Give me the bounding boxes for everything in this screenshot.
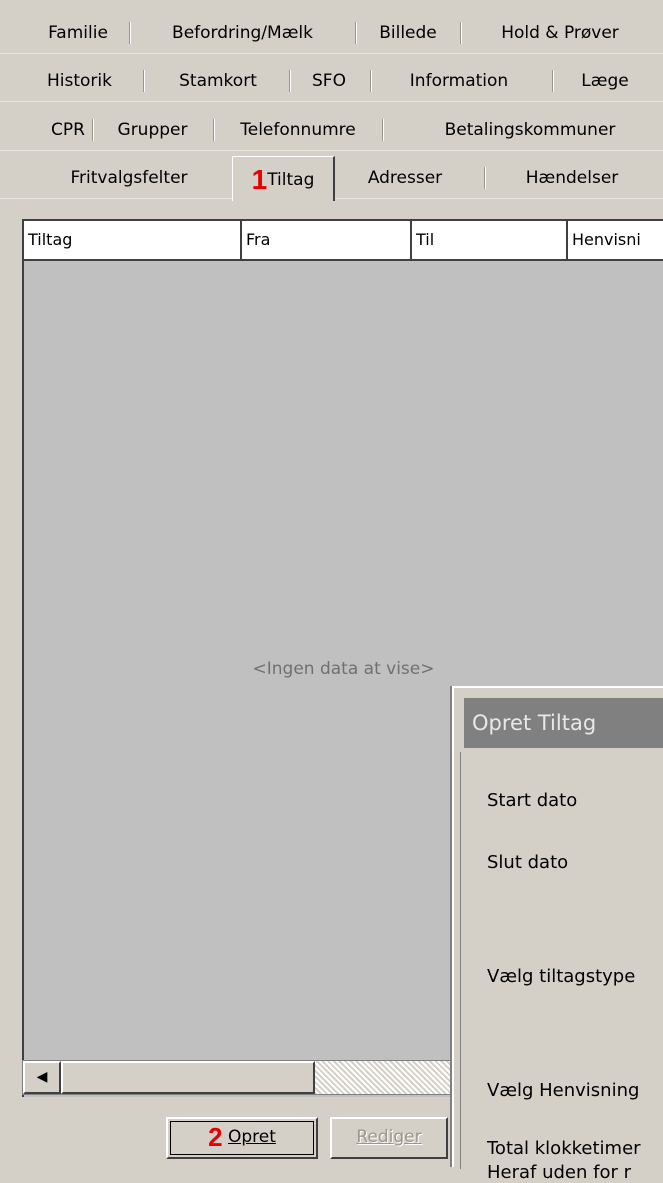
tab-laege[interactable]: Læge xyxy=(560,61,650,101)
tab-separator xyxy=(143,70,144,92)
tab-separator xyxy=(552,70,553,92)
tab-stamkort[interactable]: Stamkort xyxy=(158,61,278,101)
start-date-label: Start dato xyxy=(487,790,578,811)
column-header-fra[interactable]: Fra xyxy=(242,221,412,259)
tab-row-3: CPR Grupper Telefonnumre Betalingskommun… xyxy=(0,110,663,151)
tab-separator xyxy=(92,119,93,141)
edit-button-label: Rediger xyxy=(356,1127,422,1147)
dialog-title: Opret Tiltag xyxy=(472,711,597,735)
horizontal-scrollbar[interactable]: ◀ xyxy=(22,1060,462,1095)
type-label: Vælg tiltagstype xyxy=(487,966,636,987)
tab-sfo[interactable]: SFO xyxy=(300,61,358,101)
create-button[interactable]: 2 Opret xyxy=(166,1117,318,1159)
tab-separator xyxy=(289,70,290,92)
create-button-label: Opret xyxy=(227,1127,276,1147)
outside-hours-label: Heraf uden for r xyxy=(487,1162,632,1183)
tab-row-2: Historik Stamkort SFO Information Læge xyxy=(0,61,663,102)
tab-grupper[interactable]: Grupper xyxy=(100,110,205,150)
tab-separator xyxy=(370,70,371,92)
scroll-left-button[interactable]: ◀ xyxy=(23,1061,61,1094)
tab-betalingskommuner[interactable]: Betalingskommuner xyxy=(420,110,640,150)
column-header-tiltag[interactable]: Tiltag xyxy=(24,221,242,259)
tab-separator xyxy=(484,167,485,189)
tab-adresser[interactable]: Adresser xyxy=(350,158,460,198)
dialog-body: Start dato Slut dato Vælg tiltagstype Væ… xyxy=(460,752,663,1183)
annotation-number-1: 1 xyxy=(251,164,268,195)
scroll-thumb[interactable] xyxy=(61,1061,315,1094)
tab-row-1: Familie Befordring/Mælk Billede Hold & P… xyxy=(0,13,663,54)
annotation-number-2: 2 xyxy=(208,1122,223,1152)
tab-haendelser[interactable]: Hændelser xyxy=(502,158,642,198)
total-hours-label: Total klokketimer xyxy=(487,1138,641,1159)
tab-historik[interactable]: Historik xyxy=(32,61,127,101)
tab-tiltag[interactable]: 1Tiltag xyxy=(232,156,335,201)
tab-information[interactable]: Information xyxy=(388,61,530,101)
tab-tiltag-label: Tiltag xyxy=(267,170,315,190)
end-date-label: Slut dato xyxy=(487,852,569,873)
tab-separator xyxy=(129,22,130,44)
arrow-left-icon: ◀ xyxy=(36,1069,48,1085)
referral-label: Vælg Henvisning xyxy=(487,1080,640,1101)
tab-befordring-maelk[interactable]: Befordring/Mælk xyxy=(150,13,335,53)
grid-header: Tiltag Fra Til Henvisni xyxy=(24,221,663,261)
tab-telefonnumre[interactable]: Telefonnumre xyxy=(228,110,368,150)
tab-separator xyxy=(355,22,356,44)
empty-message: <Ingen data at vise> xyxy=(252,659,435,679)
tab-separator xyxy=(460,22,461,44)
edit-button[interactable]: Rediger xyxy=(330,1117,448,1159)
tab-fritvalgsfelter[interactable]: Fritvalgsfelter xyxy=(44,158,214,198)
opret-tiltag-dialog: Opret Tiltag Start dato Slut dato Vælg t… xyxy=(452,686,663,1183)
dialog-title-bar[interactable]: Opret Tiltag xyxy=(464,698,663,748)
tab-cpr[interactable]: CPR xyxy=(40,110,96,150)
tab-separator xyxy=(382,119,383,141)
tab-hold-proever[interactable]: Hold & Prøver xyxy=(480,13,640,53)
tab-billede[interactable]: Billede xyxy=(368,13,448,53)
tab-row-4: Fritvalgsfelter 1Tiltag Adresser Hændels… xyxy=(0,156,663,201)
column-header-til[interactable]: Til xyxy=(412,221,568,259)
tab-separator xyxy=(213,119,214,141)
tab-familie[interactable]: Familie xyxy=(30,13,126,53)
column-header-henvisning[interactable]: Henvisni xyxy=(568,221,663,259)
